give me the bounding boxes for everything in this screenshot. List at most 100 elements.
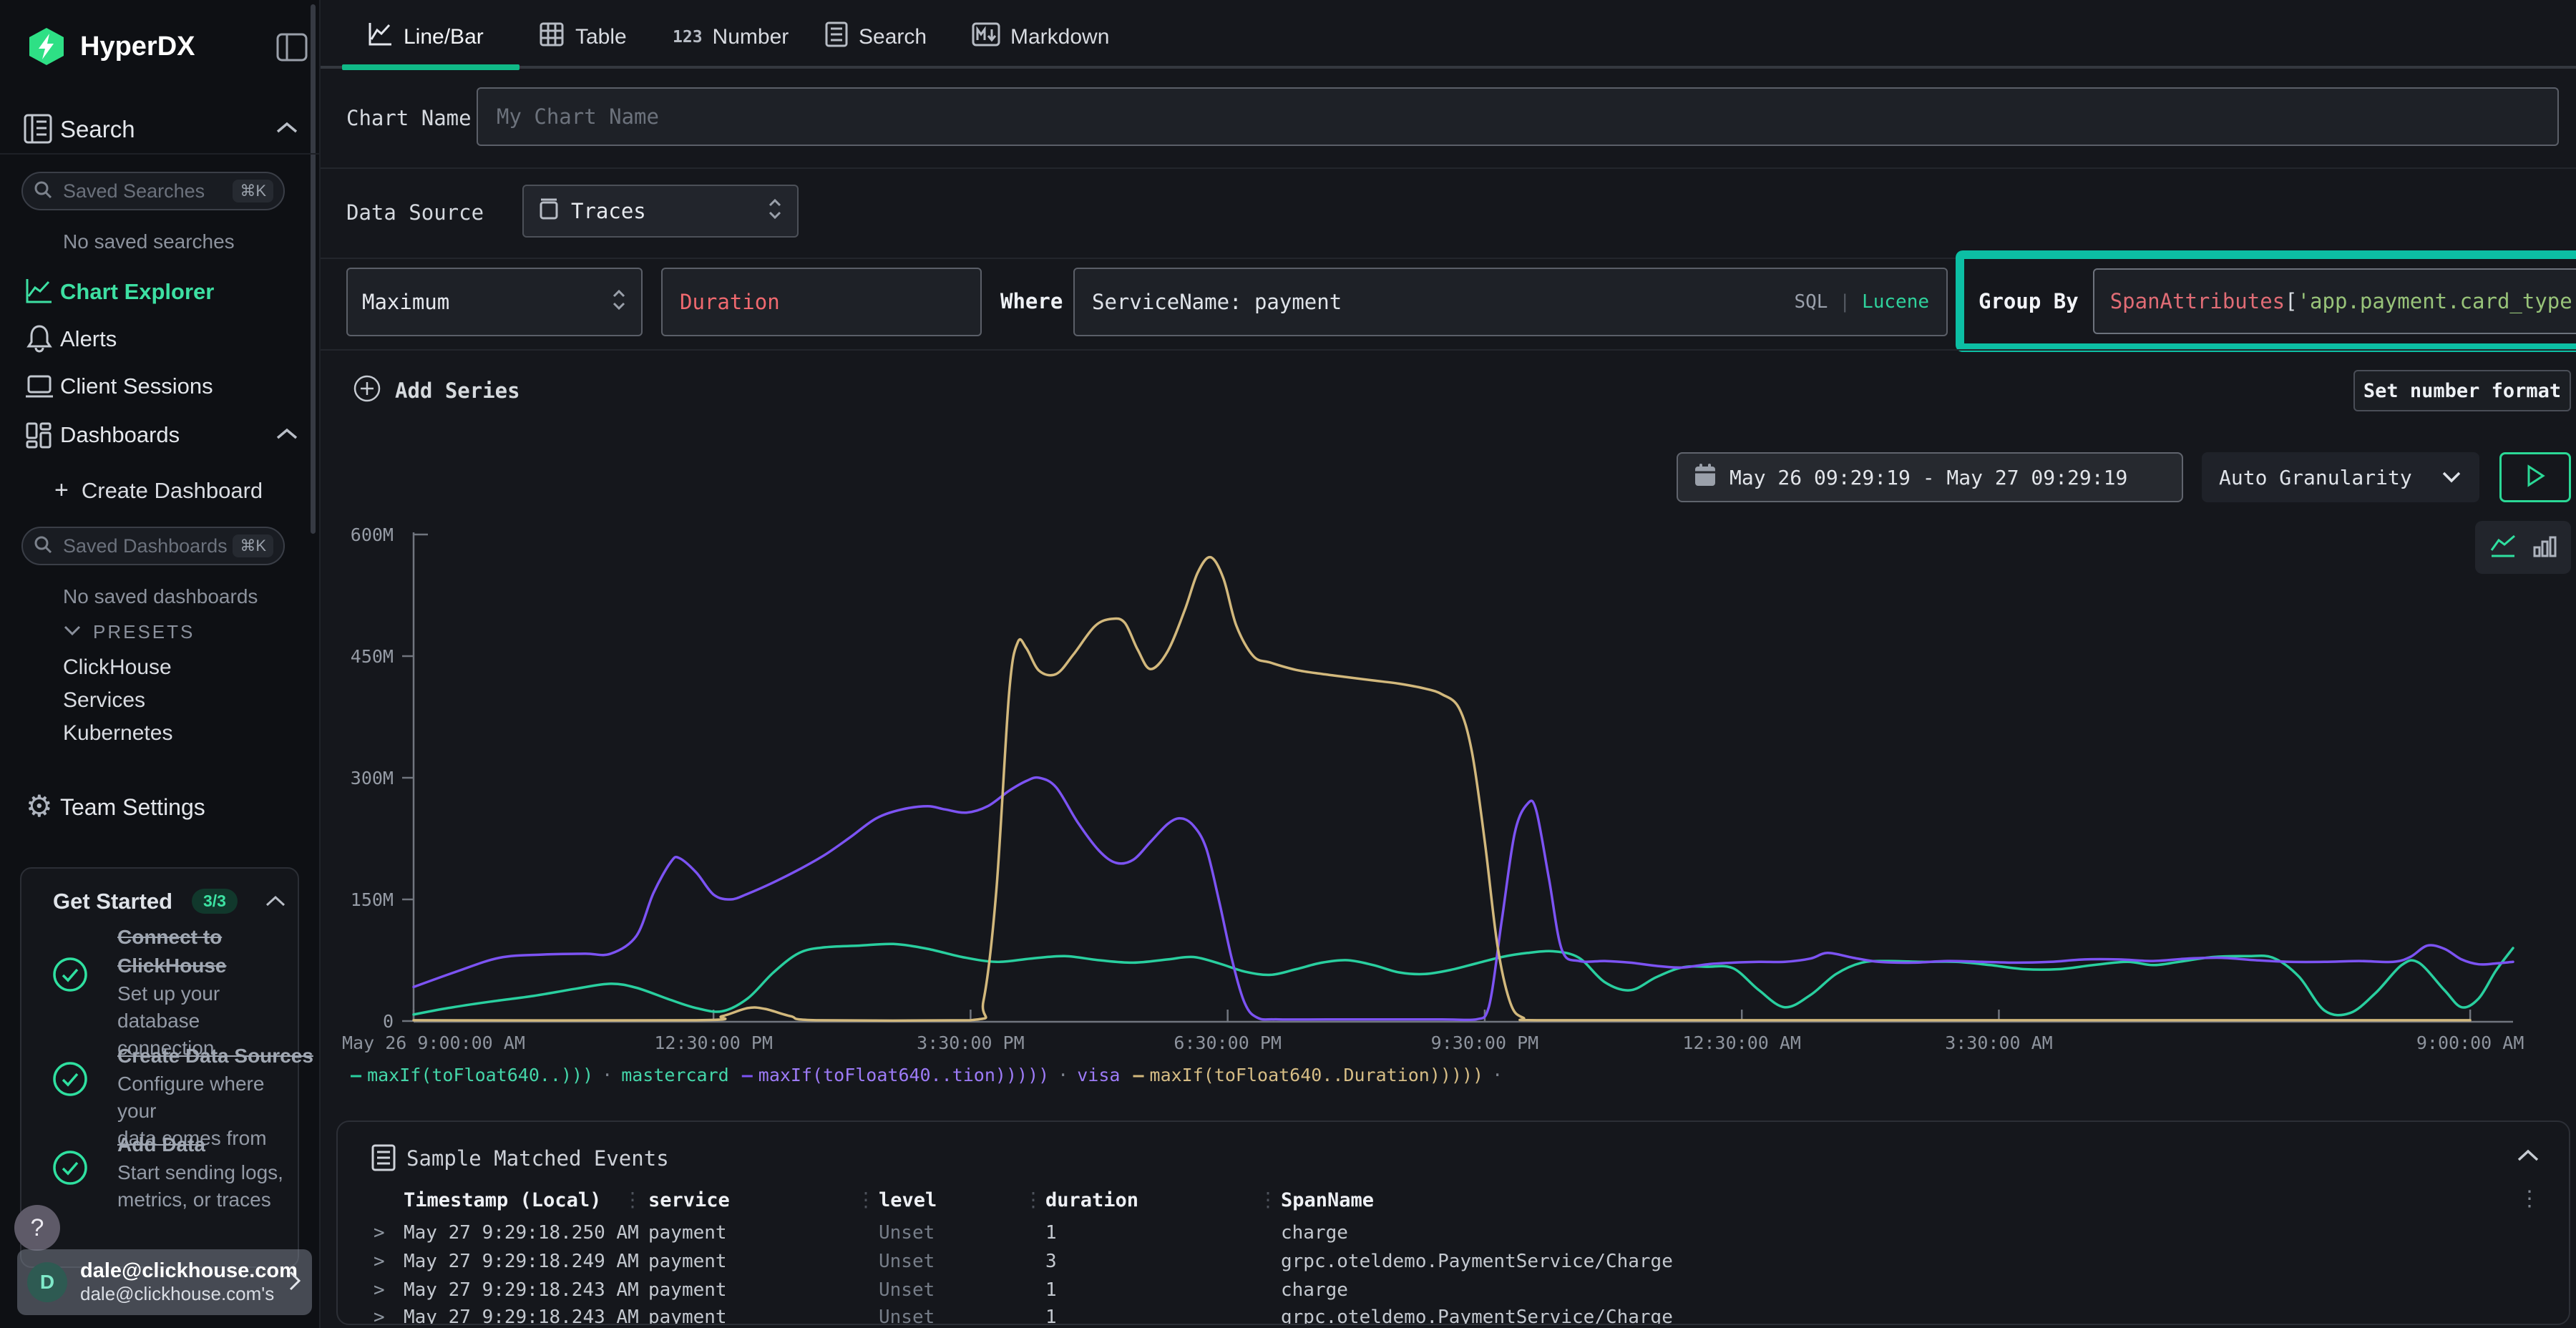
no-saved-dashboards-text: No saved dashboards [63,585,258,608]
sidebar-item-alerts[interactable]: Alerts [60,326,117,352]
collapse-sidebar-icon[interactable] [276,33,308,65]
table-options-kebab-icon[interactable]: ⋮ [2519,1186,2540,1211]
presets-toggle[interactable]: PRESETS [63,621,195,643]
where-input[interactable]: ServiceName: payment SQL | Lucene [1073,268,1948,336]
expand-row-chevron-icon[interactable]: > [374,1222,385,1244]
get-started-collapse-chevron-icon[interactable] [265,894,286,912]
legend-series-label[interactable]: maxIf(toFloat640..))) [367,1065,593,1085]
where-label: Where [1000,289,1063,313]
123-icon: 123 [673,28,703,47]
sidebar-item-client-sessions[interactable]: Client Sessions [60,374,213,399]
add-series-button[interactable]: Add Series [352,374,520,407]
group-by-highlight: Group By SpanAttributes['app.payment.car… [1956,250,2576,352]
sql-toggle[interactable]: SQL [1794,291,1828,313]
sidebar-item-kubernetes[interactable]: Kubernetes [63,721,172,746]
col-service[interactable]: service [648,1189,730,1211]
svg-text:0: 0 [383,1011,394,1032]
chart-name-input[interactable] [477,87,2559,146]
lucene-toggle[interactable]: Lucene [1862,291,1929,313]
sidebar-item-dashboards[interactable]: Dashboards [60,422,180,448]
col-level[interactable]: level [879,1189,937,1211]
granularity-select[interactable]: Auto Granularity [2202,452,2479,502]
tab-markdown[interactable]: Markdown [972,19,1109,56]
set-number-format-button[interactable]: Set number format [2353,370,2571,411]
hyperdx-chart-explorer: HyperDX Search ⌘K No saved searches Char… [0,0,2576,1328]
col-timestamp[interactable]: Timestamp (Local) [404,1189,601,1211]
divider [321,167,2576,169]
chart-type-toggle [2475,521,2571,574]
col-spanname[interactable]: SpanName [1281,1189,1374,1211]
shortcut-badge: ⌘K [233,180,273,202]
column-resize-handle[interactable]: ⋮ [623,1188,643,1211]
legend-group-label[interactable]: mastercard [621,1065,729,1085]
column-resize-handle[interactable]: ⋮ [856,1188,876,1211]
events-collapse-chevron-icon[interactable] [2516,1148,2540,1167]
chart-legend[interactable]: —maxIf(toFloat640..)))·mastercard—maxIf(… [351,1060,1511,1089]
sidebar-item-search[interactable]: Search [60,116,135,143]
search-section-icon [23,113,53,148]
svg-text:May 26 9:00:00 AM: May 26 9:00:00 AM [342,1032,525,1053]
events-title: Sample Matched Events [406,1146,669,1171]
group-by-input[interactable]: SpanAttributes['app.payment.card_type'] [2093,268,2576,334]
table-icon [538,21,565,54]
legend-group-label[interactable]: visa [1077,1065,1120,1085]
saved-dashboards-input[interactable]: ⌘K [21,527,285,565]
column-resize-handle[interactable]: ⋮ [1023,1188,1043,1211]
col-duration[interactable]: duration [1045,1189,1138,1211]
sidebar-item-chart-explorer[interactable]: Chart Explorer [60,279,214,305]
sidebar-scrollbar[interactable] [311,4,316,534]
chevron-down-icon [63,624,82,640]
date-range-picker[interactable]: May 26 09:29:19 - May 27 09:29:19 [1677,452,2183,502]
group-by-label: Group By [1979,289,2079,313]
check-circle-icon [52,1060,89,1101]
tab-number[interactable]: 123 Number [673,19,789,56]
tab-line-bar[interactable]: Line/Bar [366,19,484,56]
svg-text:9:00:00 AM: 9:00:00 AM [2416,1032,2524,1053]
legend-separator: · [1492,1065,1503,1085]
dashboards-collapse-chevron-icon[interactable] [275,426,299,446]
bar-chart-toggle-icon[interactable] [2530,530,2559,565]
legend-series-label[interactable]: maxIf(toFloat640..tion))))) [758,1065,1049,1085]
timeseries-chart[interactable]: 0150M300M450M600MMay 26 9:00:00 AM12:30:… [321,518,2576,1062]
help-button[interactable]: ? [14,1205,60,1251]
play-icon [2524,464,2546,492]
chart-name-label: Chart Name [346,106,472,130]
saved-searches-input[interactable]: ⌘K [21,172,285,210]
aggregation-select[interactable]: Maximum [346,268,643,336]
user-menu[interactable]: D dale@clickhouse.com dale@clickhouse.co… [17,1249,312,1315]
chart-name-field[interactable] [495,104,2540,130]
hyperdx-logo-icon[interactable] [26,26,67,71]
expand-row-chevron-icon[interactable]: > [374,1307,385,1325]
svg-text:3:30:00 AM: 3:30:00 AM [1945,1032,2053,1053]
no-saved-searches-text: No saved searches [63,230,235,253]
line-chart-toggle-icon[interactable] [2487,530,2519,565]
create-dashboard-button[interactable]: + Create Dashboard [54,477,263,504]
saved-dashboards-field[interactable] [62,534,233,558]
data-source-select[interactable]: Traces [522,185,799,238]
saved-searches-field[interactable] [62,180,233,203]
expand-row-chevron-icon[interactable]: > [374,1279,385,1301]
legend-dash-icon: — [1133,1065,1143,1085]
get-started-badge: 3/3 [192,889,238,914]
run-query-button[interactable] [2499,452,2571,502]
data-source-label: Data Source [346,200,484,225]
sidebar-item-team-settings[interactable]: Team Settings [60,794,205,821]
calendar-icon [1694,463,1717,492]
plus-icon: + [54,477,69,504]
search-collapse-chevron-icon[interactable] [275,120,299,140]
legend-series-label[interactable]: maxIf(toFloat640..Duration))))) [1150,1065,1484,1085]
field-input[interactable]: Duration [661,268,982,336]
svg-text:450M: 450M [351,646,394,667]
select-chevrons-icon [767,197,783,226]
sidebar-item-services[interactable]: Services [63,688,145,713]
sidebar-item-clickhouse[interactable]: ClickHouse [63,655,172,680]
tab-search[interactable]: Search [824,19,927,56]
language-toggle[interactable]: SQL | Lucene [1794,291,1929,313]
get-started-item[interactable]: Connect toClickHouse Set up your databas… [117,923,296,1062]
shortcut-badge: ⌘K [233,534,273,557]
tab-table[interactable]: Table [538,19,627,56]
svg-text:150M: 150M [351,889,394,910]
get-started-item[interactable]: Add Data Start sending logs,metrics, or … [117,1131,303,1214]
expand-row-chevron-icon[interactable]: > [374,1251,385,1272]
column-resize-handle[interactable]: ⋮ [1258,1188,1278,1211]
